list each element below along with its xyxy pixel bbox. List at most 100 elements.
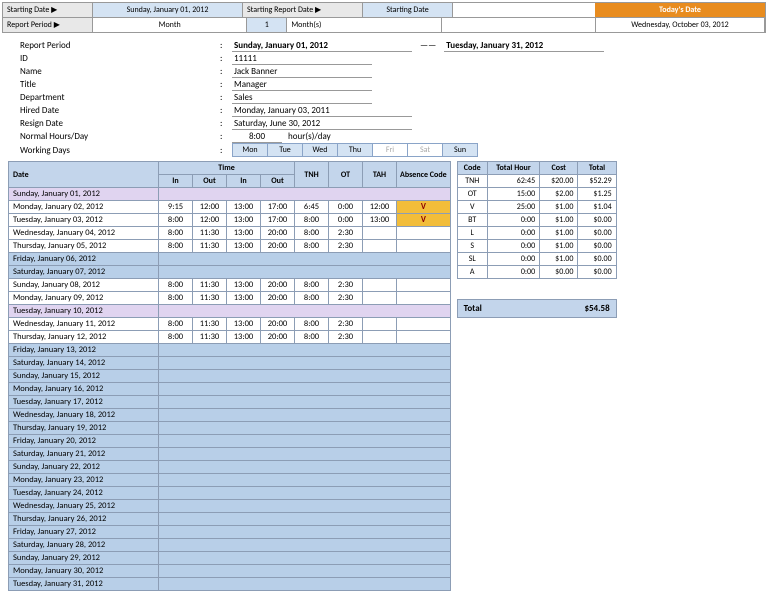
table-row: Monday, January 02, 20129:1512:0013:0017… — [9, 201, 451, 214]
cell-date: Saturday, January 21, 2012 — [9, 448, 159, 461]
cell-in1[interactable]: 8:00 — [159, 318, 193, 331]
cell-out1[interactable]: 11:30 — [193, 279, 227, 292]
cell-in2[interactable]: 13:00 — [227, 240, 261, 253]
cell-in2[interactable]: 13:00 — [227, 201, 261, 214]
table-row: Saturday, January 07, 2012 — [9, 266, 451, 279]
cell-out1[interactable]: 11:30 — [193, 292, 227, 305]
cell-in1[interactable]: 8:00 — [159, 227, 193, 240]
table-row: Thursday, January 19, 2012 — [9, 422, 451, 435]
cell-empty — [159, 461, 451, 474]
th-time: Time — [159, 162, 295, 175]
cell-in2[interactable]: 13:00 — [227, 318, 261, 331]
day-tue[interactable]: Tue — [267, 143, 303, 157]
summary-row: BT0:00$1.00$0.00 — [457, 214, 616, 227]
day-sat[interactable]: Sat — [407, 143, 443, 157]
cell-in1[interactable]: 8:00 — [159, 214, 193, 227]
cell-abs[interactable] — [397, 279, 451, 292]
cell-in1[interactable]: 8:00 — [159, 331, 193, 344]
cell-in1[interactable]: 8:00 — [159, 279, 193, 292]
cell-abs[interactable] — [397, 331, 451, 344]
cell-ot: 2:30 — [329, 279, 363, 292]
cell-out1[interactable]: 11:30 — [193, 331, 227, 344]
cell-out1[interactable]: 12:00 — [193, 201, 227, 214]
cell-out1[interactable]: 12:00 — [193, 214, 227, 227]
cell-in2[interactable]: 13:00 — [227, 227, 261, 240]
th-in1: In — [159, 175, 193, 188]
months-label: Month(s) — [287, 18, 441, 32]
rpt-to: Tuesday, January 31, 2012 — [444, 40, 604, 52]
cell-in2[interactable]: 13:00 — [227, 331, 261, 344]
cell-empty — [159, 253, 451, 266]
grand-total-box: Total $54.58 — [457, 299, 617, 318]
cell-in1[interactable]: 9:15 — [159, 201, 193, 214]
cell-ot: 2:30 — [329, 318, 363, 331]
cell-abs[interactable]: V — [397, 214, 451, 227]
cell-abs[interactable] — [397, 227, 451, 240]
cell-date: Friday, January 13, 2012 — [9, 344, 159, 357]
cell-in2[interactable]: 13:00 — [227, 292, 261, 305]
cell-hours: 0:00 — [487, 253, 539, 266]
table-row: Wednesday, January 18, 2012 — [9, 409, 451, 422]
cell-abs[interactable] — [397, 240, 451, 253]
report-period-label: Report Period ▶ — [3, 18, 93, 32]
timesheet-table: Date Time TNH OT TAH Absence Code In Out… — [8, 161, 451, 591]
cell-tnh: 8:00 — [295, 279, 329, 292]
month-value[interactable]: 1 — [247, 18, 287, 32]
cell-date: Tuesday, January 03, 2012 — [9, 214, 159, 227]
cell-empty — [159, 409, 451, 422]
cell-hours: 25:00 — [487, 201, 539, 214]
cell-tah — [363, 227, 397, 240]
cell-out2[interactable]: 20:00 — [261, 279, 295, 292]
cell-in1[interactable]: 8:00 — [159, 240, 193, 253]
cell-cost: $1.00 — [540, 214, 578, 227]
cell-date: Sunday, January 01, 2012 — [9, 188, 159, 201]
hours-value: 8:00 — [232, 131, 282, 143]
cell-hours: 0:00 — [487, 214, 539, 227]
cell-ot: 0:00 — [329, 214, 363, 227]
starting-report-value[interactable]: Starting Date — [363, 3, 453, 17]
cell-in2[interactable]: 13:00 — [227, 279, 261, 292]
cell-in2[interactable]: 13:00 — [227, 214, 261, 227]
cell-out1[interactable]: 11:30 — [193, 240, 227, 253]
cell-out2[interactable]: 17:00 — [261, 214, 295, 227]
cell-tnh: 8:00 — [295, 292, 329, 305]
cell-date: Sunday, January 08, 2012 — [9, 279, 159, 292]
cell-date: Tuesday, January 10, 2012 — [9, 305, 159, 318]
th-ot: OT — [329, 162, 363, 188]
cell-total: $0.00 — [578, 253, 616, 266]
cell-in1[interactable]: 8:00 — [159, 292, 193, 305]
starting-date-value[interactable]: Sunday, January 01, 2012 — [93, 3, 243, 17]
cell-out2[interactable]: 20:00 — [261, 318, 295, 331]
cell-date: Monday, January 23, 2012 — [9, 474, 159, 487]
cell-cost: $1.00 — [540, 227, 578, 240]
cell-out2[interactable]: 20:00 — [261, 331, 295, 344]
cell-date: Saturday, January 07, 2012 — [9, 266, 159, 279]
resign-label: Resign Date — [20, 118, 220, 129]
cell-abs[interactable] — [397, 318, 451, 331]
cell-tah — [363, 318, 397, 331]
cell-cost: $1.00 — [540, 201, 578, 214]
cell-code: SL — [457, 253, 487, 266]
cell-out2[interactable]: 17:00 — [261, 201, 295, 214]
cell-out2[interactable]: 20:00 — [261, 227, 295, 240]
days-row: MonTueWedThuFriSatSun — [232, 143, 477, 157]
cell-out2[interactable]: 20:00 — [261, 240, 295, 253]
cell-abs[interactable]: V — [397, 201, 451, 214]
cell-out1[interactable]: 11:30 — [193, 318, 227, 331]
cell-code: L — [457, 227, 487, 240]
table-row: Sunday, January 01, 2012 — [9, 188, 451, 201]
summary-row: S0:00$1.00$0.00 — [457, 240, 616, 253]
day-thu[interactable]: Thu — [337, 143, 373, 157]
cell-out1[interactable]: 11:30 — [193, 227, 227, 240]
day-wed[interactable]: Wed — [302, 143, 338, 157]
cell-empty — [159, 383, 451, 396]
cell-out2[interactable]: 20:00 — [261, 292, 295, 305]
day-fri[interactable]: Fri — [372, 143, 408, 157]
cell-abs[interactable] — [397, 292, 451, 305]
resign-value: Saturday, June 30, 2012 — [232, 118, 412, 130]
cell-tah: 12:00 — [363, 201, 397, 214]
cell-date: Friday, January 20, 2012 — [9, 435, 159, 448]
day-mon[interactable]: Mon — [232, 143, 268, 157]
hours-label: Normal Hours/Day — [20, 131, 220, 142]
day-sun[interactable]: Sun — [442, 143, 478, 157]
